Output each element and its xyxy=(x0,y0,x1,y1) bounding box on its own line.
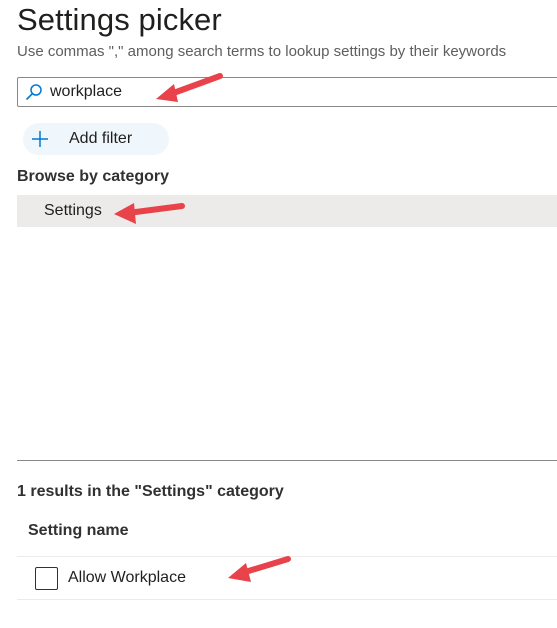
results-summary: 1 results in the "Settings" category xyxy=(17,483,284,500)
page-subtitle: Use commas "," among search terms to loo… xyxy=(17,43,507,60)
search-box[interactable] xyxy=(17,77,557,107)
add-filter-label: Add filter xyxy=(69,130,133,147)
page-title: Settings picker xyxy=(17,2,222,37)
add-filter-button[interactable]: Add filter xyxy=(23,123,169,155)
category-label: Settings xyxy=(44,202,102,219)
setting-checkbox[interactable] xyxy=(35,566,58,590)
search-input[interactable] xyxy=(50,83,450,101)
setting-label: Allow Workplace xyxy=(68,569,186,586)
browse-by-category-heading: Browse by category xyxy=(17,168,170,185)
plus-icon xyxy=(30,129,50,149)
section-divider xyxy=(17,460,557,461)
search-icon xyxy=(24,82,44,102)
column-header-setting-name[interactable]: Setting name xyxy=(28,522,128,540)
category-item-settings[interactable]: Settings xyxy=(17,195,557,227)
settings-picker-panel: Settings picker Use commas "," among sea… xyxy=(0,0,557,628)
table-row[interactable]: Allow Workplace xyxy=(17,557,557,600)
